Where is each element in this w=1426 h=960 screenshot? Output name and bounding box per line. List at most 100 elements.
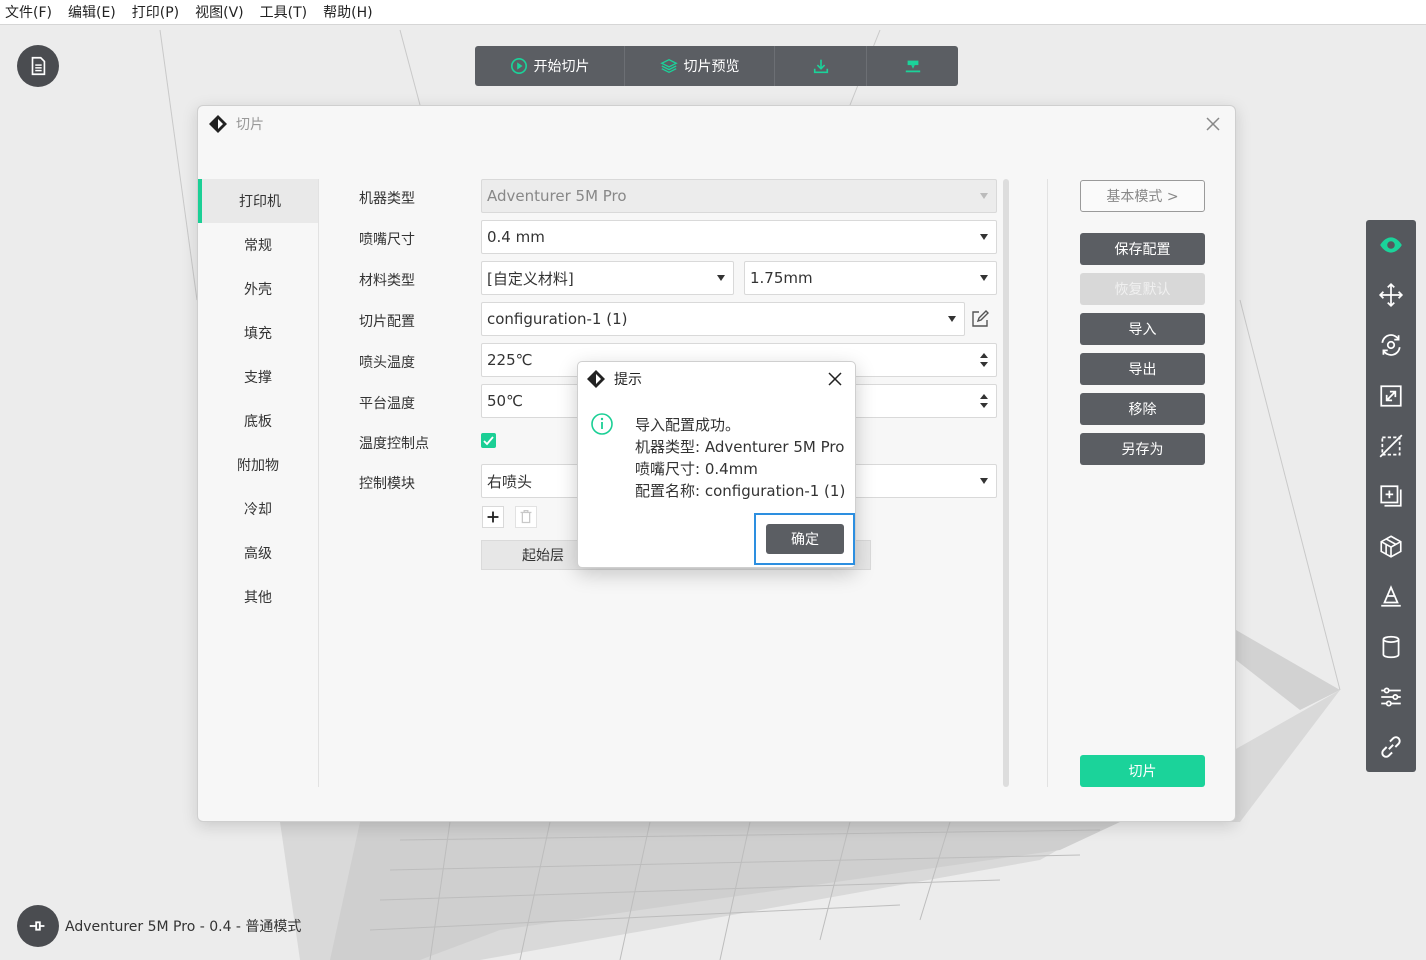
bed-temp-label: 平台温度 bbox=[359, 396, 415, 412]
slice-dialog-titlebar: 切片 bbox=[198, 106, 1235, 142]
printer-connect-button[interactable] bbox=[17, 905, 59, 947]
bed-temp-value: 50℃ bbox=[487, 392, 523, 410]
chevron-down-icon bbox=[980, 275, 988, 281]
close-icon[interactable] bbox=[827, 371, 843, 387]
export-button[interactable]: 导出 bbox=[1080, 353, 1205, 385]
scale-tool-button[interactable] bbox=[1366, 371, 1416, 421]
control-module-label: 控制模块 bbox=[359, 476, 415, 492]
ok-button[interactable]: 确定 bbox=[766, 524, 844, 554]
chevron-down-icon bbox=[948, 316, 956, 322]
send-to-printer-button[interactable] bbox=[867, 46, 958, 86]
ok-button-focus-ring: 确定 bbox=[754, 513, 855, 565]
material-type-select[interactable]: [自定义材料] bbox=[481, 261, 734, 295]
rotate-tool-button[interactable] bbox=[1366, 320, 1416, 370]
menu-view[interactable]: 视图(V) bbox=[195, 2, 244, 22]
filament-diameter-select[interactable]: 1.75mm bbox=[744, 261, 997, 295]
add-row-button[interactable] bbox=[482, 506, 504, 528]
add-model-button[interactable] bbox=[1366, 471, 1416, 521]
machine-type-select: Adventurer 5M Pro bbox=[481, 179, 997, 213]
top-toolbar: 开始切片 切片预览 bbox=[475, 46, 958, 86]
nav-item-infill[interactable]: 填充 bbox=[198, 311, 318, 355]
printer-nozzle-icon bbox=[905, 60, 920, 73]
modal-line-nozzle: 喷嘴尺寸: 0.4mm bbox=[635, 460, 758, 478]
nav-item-shell[interactable]: 外壳 bbox=[198, 267, 318, 311]
play-circle-icon bbox=[510, 57, 527, 75]
temp-control-point-label: 温度控制点 bbox=[359, 436, 429, 452]
start-layer-header: 起始层 bbox=[522, 548, 564, 564]
nav-item-advanced[interactable]: 高级 bbox=[198, 531, 318, 575]
nav-item-additions[interactable]: 附加物 bbox=[198, 443, 318, 487]
nav-item-general[interactable]: 常规 bbox=[198, 223, 318, 267]
flatten-icon bbox=[1381, 585, 1401, 608]
machine-type-value: Adventurer 5M Pro bbox=[487, 187, 627, 205]
link-button[interactable] bbox=[1366, 722, 1416, 772]
menu-help[interactable]: 帮助(H) bbox=[323, 2, 372, 22]
start-slice-button[interactable]: 开始切片 bbox=[475, 46, 625, 86]
save-as-button[interactable]: 另存为 bbox=[1080, 433, 1205, 465]
download-button[interactable] bbox=[775, 46, 867, 86]
import-success-modal: 提示 导入配置成功。 机器类型: Adventurer 5M Pro 喷嘴尺寸:… bbox=[577, 361, 856, 568]
app-logo-icon bbox=[587, 370, 605, 388]
divider bbox=[1047, 179, 1048, 787]
eye-icon bbox=[1380, 237, 1402, 253]
import-button[interactable]: 导入 bbox=[1080, 313, 1205, 345]
move-icon bbox=[1378, 283, 1404, 308]
menu-print[interactable]: 打印(P) bbox=[132, 2, 179, 22]
rotate-icon bbox=[1381, 334, 1401, 357]
material-type-label: 材料类型 bbox=[359, 273, 415, 289]
checkmark-icon bbox=[483, 436, 494, 446]
control-module-value: 右喷头 bbox=[487, 472, 533, 491]
nozzle-temp-value: 225℃ bbox=[487, 351, 533, 369]
modal-line-config: 配置名称: configuration-1 (1) bbox=[635, 482, 846, 500]
form-scrollbar[interactable] bbox=[1003, 179, 1009, 787]
layers-icon bbox=[659, 58, 678, 74]
nav-item-support[interactable]: 支撑 bbox=[198, 355, 318, 399]
menu-bar: 文件(F) 编辑(E) 打印(P) 视图(V) 工具(T) 帮助(H) bbox=[0, 0, 1426, 25]
link-icon bbox=[1381, 736, 1401, 758]
nav-item-other[interactable]: 其他 bbox=[198, 575, 318, 619]
edit-icon[interactable] bbox=[971, 310, 989, 328]
nav-item-printer[interactable]: 打印机 bbox=[198, 179, 318, 223]
cylinder-icon bbox=[1382, 635, 1400, 658]
app-logo-icon bbox=[209, 115, 227, 133]
move-tool-button[interactable] bbox=[1366, 270, 1416, 320]
cut-icon bbox=[1379, 434, 1403, 458]
remove-button[interactable]: 移除 bbox=[1080, 393, 1205, 425]
slice-config-select[interactable]: configuration-1 (1) bbox=[481, 302, 965, 336]
view-tool-button[interactable] bbox=[1366, 220, 1416, 270]
nav-item-cooling[interactable]: 冷却 bbox=[198, 487, 318, 531]
file-list-button[interactable] bbox=[17, 45, 59, 87]
slice-preview-button[interactable]: 切片预览 bbox=[625, 46, 775, 86]
slice-button[interactable]: 切片 bbox=[1080, 755, 1205, 787]
start-slice-label: 开始切片 bbox=[533, 59, 590, 75]
save-config-button[interactable]: 保存配置 bbox=[1080, 233, 1205, 265]
trash-icon[interactable] bbox=[515, 506, 537, 528]
slice-dialog-title: 切片 bbox=[236, 117, 264, 133]
cube-grid-icon bbox=[1380, 535, 1402, 558]
cylinder-tool-button[interactable] bbox=[1366, 622, 1416, 672]
lay-flat-button[interactable] bbox=[1366, 571, 1416, 621]
filament-diameter-value: 1.75mm bbox=[750, 269, 813, 287]
spin-arrows-icon[interactable] bbox=[980, 352, 988, 368]
menu-edit[interactable]: 编辑(E) bbox=[68, 2, 116, 22]
add-box-icon bbox=[1380, 485, 1402, 507]
info-icon bbox=[591, 413, 613, 435]
nozzle-size-label: 喷嘴尺寸 bbox=[359, 232, 415, 248]
menu-file[interactable]: 文件(F) bbox=[5, 2, 52, 22]
nozzle-size-select[interactable]: 0.4 mm bbox=[481, 220, 997, 254]
slice-config-label: 切片配置 bbox=[359, 314, 415, 330]
download-icon bbox=[813, 59, 828, 74]
temp-control-checkbox[interactable] bbox=[481, 433, 496, 448]
menu-tools[interactable]: 工具(T) bbox=[260, 2, 307, 22]
basic-mode-button[interactable]: 基本模式 > bbox=[1080, 180, 1205, 212]
settings-sliders-button[interactable] bbox=[1366, 672, 1416, 722]
close-icon[interactable] bbox=[1203, 114, 1223, 134]
nozzle-size-value: 0.4 mm bbox=[487, 228, 545, 246]
nozzle-temp-label: 喷头温度 bbox=[359, 355, 415, 371]
support-tool-button[interactable] bbox=[1366, 521, 1416, 571]
cut-tool-button[interactable] bbox=[1366, 421, 1416, 471]
chevron-down-icon bbox=[980, 478, 988, 484]
spin-arrows-icon[interactable] bbox=[980, 393, 988, 409]
nav-item-raft[interactable]: 底板 bbox=[198, 399, 318, 443]
chevron-down-icon bbox=[980, 193, 988, 199]
